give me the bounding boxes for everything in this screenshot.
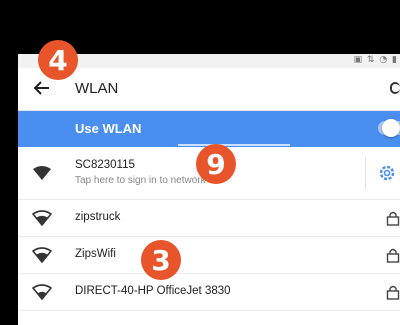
status-icons: ▣ ⇅ ◔ ▮ — [353, 55, 398, 65]
network-item[interactable]: ZipsWifi — [18, 237, 400, 274]
network-ssid: zipstruck — [75, 211, 121, 223]
step-badge: 4 — [38, 40, 78, 80]
wlan-toggle-label: Use WLAN — [75, 121, 142, 136]
lock-icon — [386, 285, 400, 300]
network-item[interactable]: DIRECT-40-HP OfficeJet 3830 — [18, 274, 400, 311]
page-title: WLAN — [75, 80, 119, 97]
wlan-toggle-row[interactable]: Use WLAN — [18, 111, 400, 147]
network-subtitle: Tap here to sign in to network — [75, 175, 206, 186]
scan-progress — [178, 144, 290, 146]
wifi-icon — [32, 247, 52, 263]
step-badge: 9 — [196, 144, 236, 184]
lock-icon — [386, 248, 400, 263]
network-ssid: ZipsWifi — [75, 248, 116, 260]
wifi-icon — [32, 210, 52, 226]
wifi-icon — [32, 284, 52, 300]
settings-screen: ▣ ⇅ ◔ ▮ WLAN Use WLAN SC8230115 Tap here… — [18, 54, 400, 325]
switch-knob — [382, 119, 400, 137]
back-arrow-icon[interactable] — [32, 78, 52, 98]
step-badge: 3 — [141, 240, 181, 280]
wifi-icon — [33, 166, 51, 180]
network-ssid: DIRECT-40-HP OfficeJet 3830 — [75, 285, 231, 297]
gear-icon[interactable] — [378, 164, 396, 182]
app-bar: WLAN — [18, 68, 400, 111]
network-ssid: SC8230115 — [75, 159, 135, 171]
divider — [365, 157, 366, 189]
network-item[interactable]: zipstruck — [18, 200, 400, 237]
search-icon[interactable] — [390, 82, 400, 94]
wlan-switch[interactable] — [378, 119, 400, 137]
lock-icon — [386, 211, 400, 226]
